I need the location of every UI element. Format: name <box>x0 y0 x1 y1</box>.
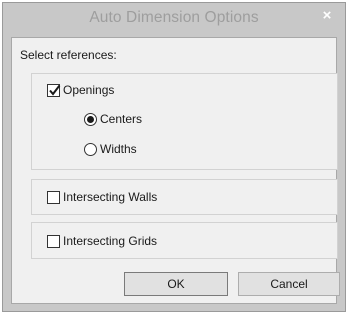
ok-button[interactable]: OK <box>124 272 228 296</box>
radio-selected-dot <box>87 115 94 123</box>
close-button[interactable]: × <box>315 5 339 27</box>
openings-checkbox[interactable] <box>47 83 61 97</box>
title-bar[interactable]: Auto Dimension Options × <box>3 3 345 33</box>
intersecting-grids-checkbox[interactable] <box>47 234 60 248</box>
centers-radio[interactable] <box>84 112 97 126</box>
intersecting-grids-label: Intersecting Grids <box>63 234 158 248</box>
dialog-title: Auto Dimension Options <box>89 9 259 26</box>
intersecting-walls-checkbox-row[interactable]: Intersecting Walls <box>47 190 157 204</box>
cancel-button[interactable]: Cancel <box>238 272 340 296</box>
checkmark-icon <box>49 84 61 96</box>
widths-radio[interactable] <box>84 142 97 156</box>
intersecting-walls-label: Intersecting Walls <box>63 190 158 204</box>
widths-radio-row[interactable]: Widths <box>84 142 137 156</box>
centers-label: Centers <box>100 112 143 126</box>
intersecting-walls-checkbox[interactable] <box>47 190 60 204</box>
widths-label: Widths <box>100 142 137 156</box>
openings-checkbox-row[interactable]: Openings <box>47 83 114 97</box>
select-references-label: Select references: <box>20 48 117 62</box>
centers-radio-row[interactable]: Centers <box>84 112 142 126</box>
intersecting-grids-checkbox-row[interactable]: Intersecting Grids <box>47 234 157 248</box>
openings-label: Openings <box>63 83 115 97</box>
close-icon: × <box>322 7 332 24</box>
